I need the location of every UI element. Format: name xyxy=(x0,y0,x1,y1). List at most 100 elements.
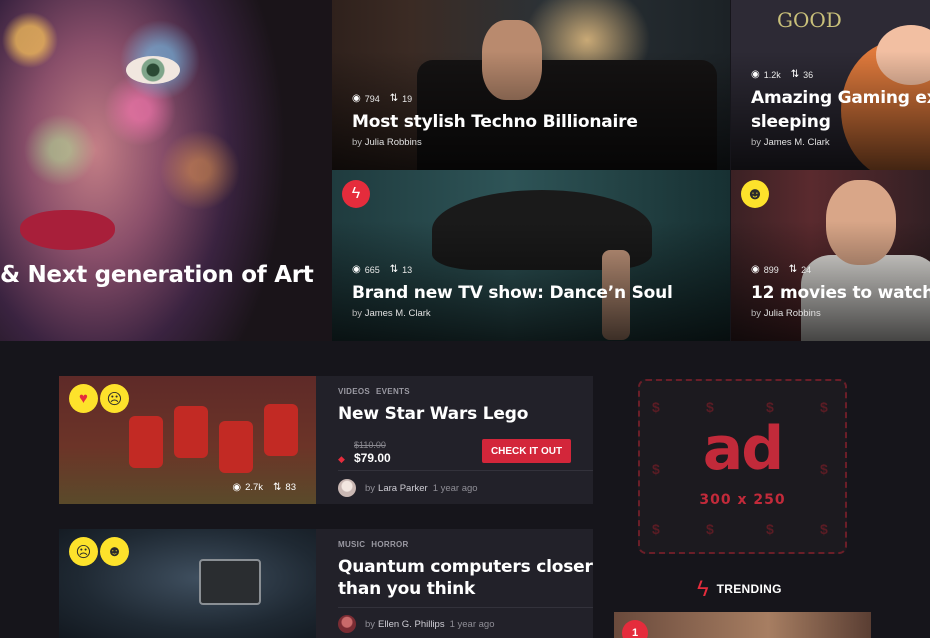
ad-size-label: 300 x 250 xyxy=(699,492,786,508)
shares-icon: ⇅ xyxy=(273,482,282,493)
post-thumbnail[interactable]: ♥ ☹ ◉ 2.7k ⇅ 83 xyxy=(59,376,316,504)
dollar-icon: $ xyxy=(706,521,714,537)
post-meta: ◉ 899 ⇅ 24 12 movies to watch this by Ju… xyxy=(751,264,930,319)
post-stats: ◉ 2.7k ⇅ 83 xyxy=(232,482,296,493)
shares-count: 24 xyxy=(801,264,812,275)
post-title[interactable]: Amazing Gaming exper xyxy=(751,86,930,110)
category-link[interactable]: VIDEOS xyxy=(338,387,370,396)
byline: by James M. Clark xyxy=(751,137,930,148)
confused-emoji-icon: ☹ xyxy=(69,537,98,566)
shares-count: 36 xyxy=(803,69,814,80)
heart-icon: ♥ xyxy=(69,384,98,413)
thumbnail-detail xyxy=(129,416,163,468)
reactions: ☹ ☻ xyxy=(69,537,131,566)
author-row: by Lara Parker 1 year ago xyxy=(338,479,478,497)
featured-post-gaming[interactable]: GOOD ◉ 1.2k ⇅ 36 Amazing Gaming exper sl… xyxy=(731,0,930,170)
author-link[interactable]: Julia Robbins xyxy=(365,137,422,148)
shares-count: 19 xyxy=(402,93,413,104)
post-title-line2[interactable]: sleeping xyxy=(751,110,930,134)
shares-icon: ⇅ xyxy=(790,69,800,80)
featured-post-art[interactable]: & Next generation of Art xyxy=(0,0,332,341)
byline-prefix: by xyxy=(365,618,376,630)
byline-prefix: by xyxy=(751,308,762,319)
category-link[interactable]: HORROR xyxy=(371,540,408,549)
post-meta: ◉ 1.2k ⇅ 36 Amazing Gaming exper sleepin… xyxy=(751,69,930,148)
post-stats: ◉ 665 ⇅ 13 xyxy=(352,264,730,275)
featured-post-billionaire[interactable]: ◉ 794 ⇅ 19 Most stylish Techno Billionai… xyxy=(332,0,730,170)
thumbnail-detail xyxy=(199,559,261,605)
author-link[interactable]: James M. Clark xyxy=(365,308,431,319)
lightning-icon: ϟ xyxy=(342,180,370,208)
trending-rank-badge: 1 xyxy=(622,620,648,638)
post-title-line: Quantum computers closer xyxy=(338,557,593,577)
eye-icon: ◉ xyxy=(751,69,760,80)
neutral-emoji-icon: ☹ xyxy=(100,384,129,413)
dollar-icon: $ xyxy=(820,521,828,537)
shares-count: 83 xyxy=(285,482,296,493)
dollar-icon: $ xyxy=(652,521,660,537)
category-link[interactable]: EVENTS xyxy=(376,387,410,396)
dollar-icon: $ xyxy=(652,399,660,415)
ad-placeholder[interactable]: $ $ $ $ $ $ $ $ $ $ ad 300 x 250 xyxy=(638,379,847,554)
post-meta: ◉ 794 ⇅ 19 Most stylish Techno Billionai… xyxy=(352,93,730,148)
views-count: 2.7k xyxy=(245,482,264,493)
views-count: 899 xyxy=(763,264,779,275)
sale-price: $79.00 xyxy=(354,451,391,465)
featured-post-movies[interactable]: ☻ ◉ 899 ⇅ 24 12 movies to watch this by … xyxy=(731,170,930,341)
featured-post-dance[interactable]: ϟ ◉ 665 ⇅ 13 Brand new TV show: Dance’n … xyxy=(332,170,730,341)
thumbnail-detail xyxy=(174,406,208,458)
post-card: ☹ ☻ MUSIC HORROR Quantum computers closer… xyxy=(59,529,593,638)
post-time: 1 year ago xyxy=(449,618,495,630)
dollar-icon: $ xyxy=(820,399,828,415)
avatar[interactable] xyxy=(338,479,356,497)
post-title[interactable]: Most stylish Techno Billionaire xyxy=(352,110,730,134)
post-time: 1 year ago xyxy=(432,482,478,494)
author-link[interactable]: James M. Clark xyxy=(764,137,830,148)
original-price: $110.00 xyxy=(354,440,386,450)
eye-icon: ◉ xyxy=(232,482,242,493)
byline-prefix: by xyxy=(751,137,762,148)
trending-heading: ϟ TRENDING xyxy=(697,576,782,602)
author-link[interactable]: Ellen G. Phillips xyxy=(378,619,445,630)
category-link[interactable]: MUSIC xyxy=(338,540,365,549)
views-count: 794 xyxy=(364,93,380,104)
divider xyxy=(338,470,593,471)
reactions: ♥ ☹ xyxy=(69,384,131,413)
byline-prefix: by xyxy=(352,308,363,319)
byline: by Julia Robbins xyxy=(751,308,930,319)
avatar[interactable] xyxy=(338,615,356,633)
author-row: by Ellen G. Phillips 1 year ago xyxy=(338,615,494,633)
featured-image xyxy=(0,0,332,341)
post-stats: ◉ 794 ⇅ 19 xyxy=(352,93,730,104)
check-it-out-button[interactable]: CHECK IT OUT xyxy=(482,439,571,463)
post-title[interactable]: & Next generation of Art xyxy=(0,262,314,288)
categories: MUSIC HORROR xyxy=(338,540,415,549)
post-title[interactable]: New Star Wars Lego xyxy=(338,403,528,425)
ad-label: ad xyxy=(702,414,784,484)
views-count: 1.2k xyxy=(763,69,781,80)
post-stats: ◉ 899 ⇅ 24 xyxy=(751,264,930,275)
eye-icon: ◉ xyxy=(751,264,760,275)
post-body: MUSIC HORROR Quantum computers closer tha… xyxy=(338,529,593,638)
price-tag-icon: ◆ xyxy=(338,454,345,464)
trending-post-thumbnail[interactable]: 1 xyxy=(614,612,871,638)
post-title-line: than you think xyxy=(338,579,476,599)
byline-prefix: by xyxy=(365,482,376,494)
post-title[interactable]: Quantum computers closer than you think xyxy=(338,556,593,600)
post-title[interactable]: 12 movies to watch this xyxy=(751,281,930,305)
author-link[interactable]: Julia Robbins xyxy=(764,308,821,319)
divider xyxy=(338,607,593,608)
post-body: VIDEOS EVENTS New Star Wars Lego $110.00 … xyxy=(338,376,593,504)
post-meta: ◉ 665 ⇅ 13 Brand new TV show: Dance’n So… xyxy=(352,264,730,319)
eye-icon: ◉ xyxy=(352,93,361,104)
shares-icon: ⇅ xyxy=(788,264,798,275)
dollar-icon: $ xyxy=(766,399,774,415)
laughing-emoji-icon: ☻ xyxy=(741,180,769,208)
byline: by Julia Robbins xyxy=(352,137,730,148)
author-link[interactable]: Lara Parker xyxy=(378,483,428,494)
post-stats: ◉ 1.2k ⇅ 36 xyxy=(751,69,930,80)
post-thumbnail[interactable]: ☹ ☻ xyxy=(59,529,316,638)
post-title[interactable]: Brand new TV show: Dance’n Soul xyxy=(352,281,730,305)
eye-icon: ◉ xyxy=(352,264,361,275)
featured-grid: & Next generation of Art ◉ 794 ⇅ 19 Most… xyxy=(0,0,930,341)
